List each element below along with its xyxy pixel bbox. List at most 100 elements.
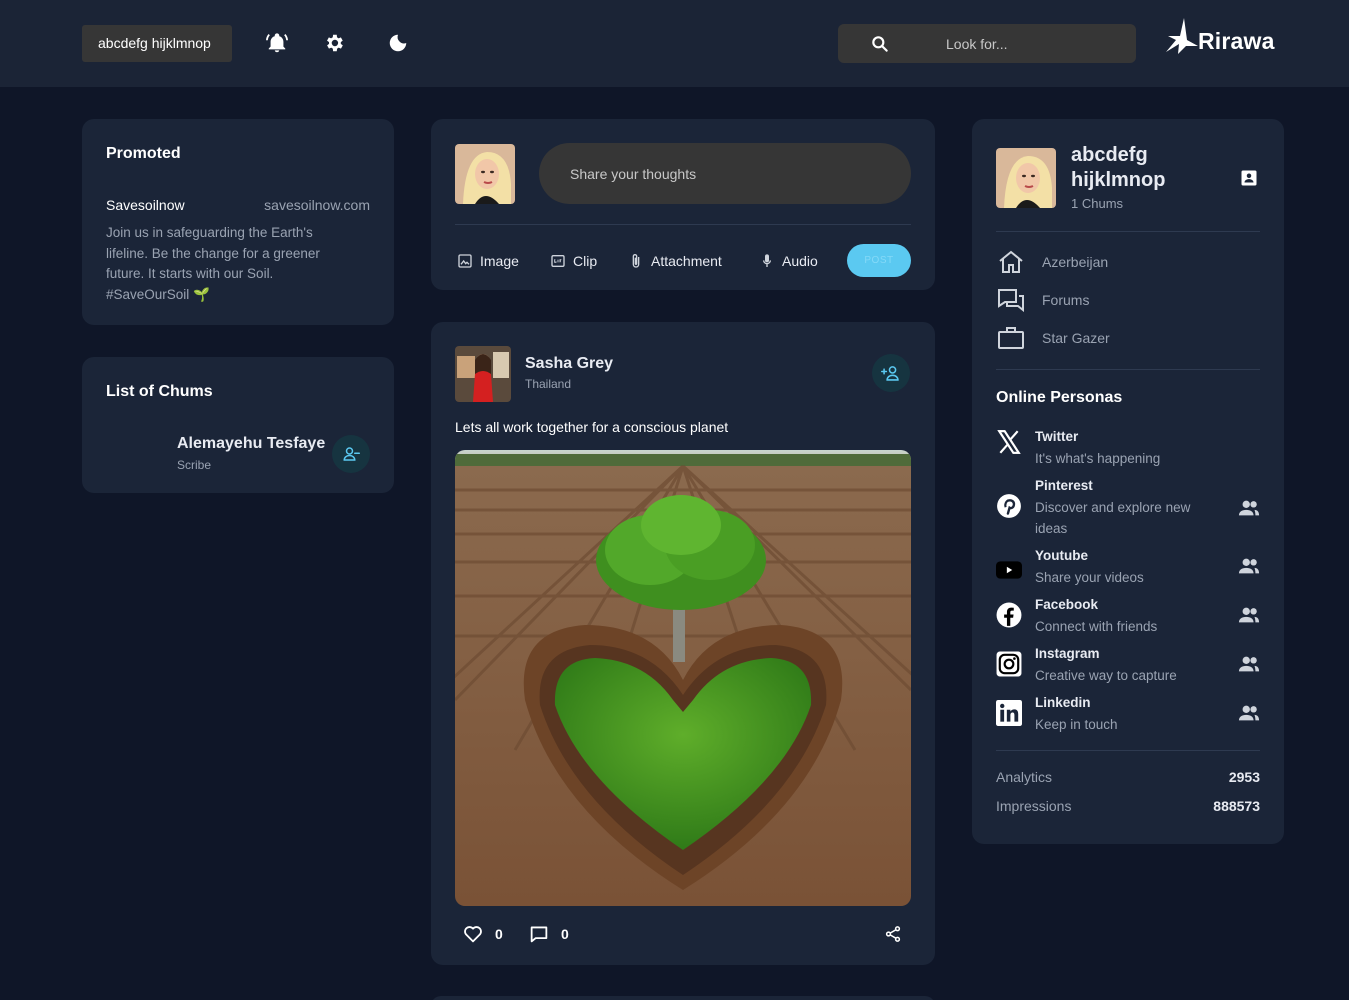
post-text: Lets all work together for a conscious p… bbox=[455, 419, 729, 435]
paperclip-icon bbox=[632, 254, 640, 268]
promoted-url-link[interactable]: savesoilnow.com bbox=[264, 197, 370, 213]
nav-forums[interactable]: Forums bbox=[996, 286, 1089, 314]
forum-icon bbox=[998, 289, 1024, 312]
social-linkedin[interactable]: Linkedin Keep in touch bbox=[996, 695, 1260, 739]
image-label: Image bbox=[480, 253, 519, 269]
attachment-label: Attachment bbox=[651, 253, 722, 269]
add-clip-button[interactable]: Clip bbox=[550, 250, 597, 272]
social-name: Linkedin bbox=[1035, 695, 1091, 710]
x-icon bbox=[997, 430, 1021, 454]
social-youtube[interactable]: Youtube Share your videos bbox=[996, 548, 1260, 592]
friends-icon[interactable] bbox=[1238, 703, 1260, 723]
social-name: Instagram bbox=[1035, 646, 1100, 661]
profile-name[interactable]: abcdefg hijklmnop bbox=[1071, 143, 1211, 193]
social-desc: Share your videos bbox=[1035, 570, 1144, 585]
dark-mode-moon-icon[interactable] bbox=[386, 31, 410, 55]
friends-icon[interactable] bbox=[1238, 556, 1260, 576]
add-audio-button[interactable]: Audio bbox=[759, 250, 818, 272]
user-menu-button[interactable]: abcdefg hijklmnop bbox=[82, 25, 232, 62]
social-desc: Creative way to capture bbox=[1035, 668, 1177, 683]
social-name: Youtube bbox=[1035, 548, 1088, 563]
instagram-icon bbox=[996, 651, 1022, 677]
add-image-button[interactable]: Image bbox=[457, 250, 519, 272]
user-plus-icon bbox=[881, 366, 899, 381]
home-icon bbox=[999, 250, 1023, 273]
impressions-value: 888573 bbox=[1213, 798, 1260, 814]
post-image[interactable] bbox=[455, 450, 911, 906]
contact-card-icon[interactable] bbox=[1240, 169, 1258, 187]
pinterest-icon bbox=[997, 494, 1021, 518]
settings-gear-icon[interactable] bbox=[322, 31, 346, 55]
social-twitter[interactable]: Twitter It's what's happening bbox=[996, 429, 1260, 473]
promoted-name[interactable]: Savesoilnow bbox=[106, 197, 185, 213]
nav-star-gazer[interactable]: Star Gazer bbox=[996, 324, 1110, 352]
notifications-icon[interactable] bbox=[265, 31, 289, 55]
feed-post: Sasha Grey Thailand Lets all work togeth… bbox=[431, 322, 935, 965]
nav-label: Azerbeijan bbox=[1042, 254, 1109, 270]
rirawa-logo[interactable]: Rirawa bbox=[1164, 16, 1284, 58]
search-input[interactable] bbox=[946, 33, 1116, 55]
search-bar bbox=[838, 24, 1136, 63]
like-button[interactable]: 0 bbox=[463, 923, 503, 945]
post-button[interactable]: POST bbox=[847, 244, 911, 277]
analytics-value: 2953 bbox=[1228, 769, 1260, 785]
share-button[interactable] bbox=[884, 923, 902, 945]
post-author-name[interactable]: Sasha Grey bbox=[525, 355, 613, 373]
promoted-title: Promoted bbox=[106, 145, 181, 162]
friends-icon[interactable] bbox=[1238, 605, 1260, 625]
audio-label: Audio bbox=[782, 253, 818, 269]
impressions-label: Impressions bbox=[996, 798, 1072, 814]
add-attachment-button[interactable]: Attachment bbox=[628, 250, 722, 272]
like-count: 0 bbox=[495, 926, 503, 942]
social-desc: It's what's happening bbox=[1035, 451, 1161, 466]
briefcase-icon bbox=[998, 327, 1024, 349]
remove-chum-button[interactable] bbox=[332, 435, 370, 473]
search-icon[interactable] bbox=[870, 34, 890, 54]
online-personas-title: Online Personas bbox=[996, 389, 1123, 406]
social-name: Twitter bbox=[1035, 429, 1079, 444]
user-minus-icon bbox=[343, 447, 360, 461]
friends-icon[interactable] bbox=[1238, 498, 1260, 518]
comment-icon bbox=[530, 926, 548, 943]
add-chum-button[interactable] bbox=[872, 354, 910, 392]
chum-name[interactable]: Alemayehu Tesfaye bbox=[177, 435, 325, 453]
friends-icon[interactable] bbox=[1238, 654, 1260, 674]
promoted-card: Promoted Savesoilnow savesoilnow.com Joi… bbox=[82, 119, 394, 325]
nav-label: Star Gazer bbox=[1042, 330, 1110, 346]
logo-star-icon bbox=[1166, 18, 1198, 54]
top-bar: abcdefg hijklmnop Rirawa bbox=[0, 0, 1349, 87]
linkedin-icon bbox=[996, 700, 1022, 726]
social-desc: Keep in touch bbox=[1035, 717, 1118, 732]
composer-avatar[interactable] bbox=[455, 144, 515, 204]
gif-icon bbox=[551, 255, 565, 267]
profile-avatar[interactable] bbox=[996, 148, 1056, 208]
chums-title: List of Chums bbox=[106, 383, 213, 400]
social-instagram[interactable]: Instagram Creative way to capture bbox=[996, 646, 1260, 690]
chum-role: Scribe bbox=[177, 458, 212, 472]
post-author-avatar[interactable] bbox=[455, 346, 511, 402]
social-facebook[interactable]: Facebook Connect with friends bbox=[996, 597, 1260, 641]
analytics-label: Analytics bbox=[996, 769, 1053, 785]
next-post-card bbox=[431, 996, 935, 1000]
post-author-location: Thailand bbox=[525, 377, 572, 391]
share-thoughts-input[interactable] bbox=[539, 143, 911, 204]
composer-divider bbox=[455, 224, 911, 225]
chums-card: List of Chums Alemayehu Tesfaye Scribe bbox=[82, 357, 394, 493]
social-pinterest[interactable]: Pinterest Discover and explore new ideas bbox=[996, 478, 1260, 542]
profile-divider bbox=[996, 231, 1260, 232]
youtube-icon bbox=[996, 561, 1022, 579]
heart-icon bbox=[464, 926, 482, 943]
stats-divider bbox=[996, 750, 1260, 751]
social-desc: Connect with friends bbox=[1035, 619, 1158, 634]
nav-divider bbox=[996, 369, 1260, 370]
profile-card: abcdefg hijklmnop 1 Chums Azerbeijan For… bbox=[972, 119, 1284, 844]
clip-label: Clip bbox=[573, 253, 598, 269]
profile-chum-count: 1 Chums bbox=[1071, 196, 1124, 211]
comment-button[interactable]: 0 bbox=[529, 923, 569, 945]
logo-text: Rirawa bbox=[1198, 28, 1275, 54]
nav-azerbeijan[interactable]: Azerbeijan bbox=[996, 248, 1108, 276]
social-name: Facebook bbox=[1035, 597, 1099, 612]
image-icon bbox=[458, 254, 472, 268]
social-desc: Discover and explore new ideas bbox=[1035, 500, 1191, 536]
microphone-icon bbox=[763, 254, 771, 267]
